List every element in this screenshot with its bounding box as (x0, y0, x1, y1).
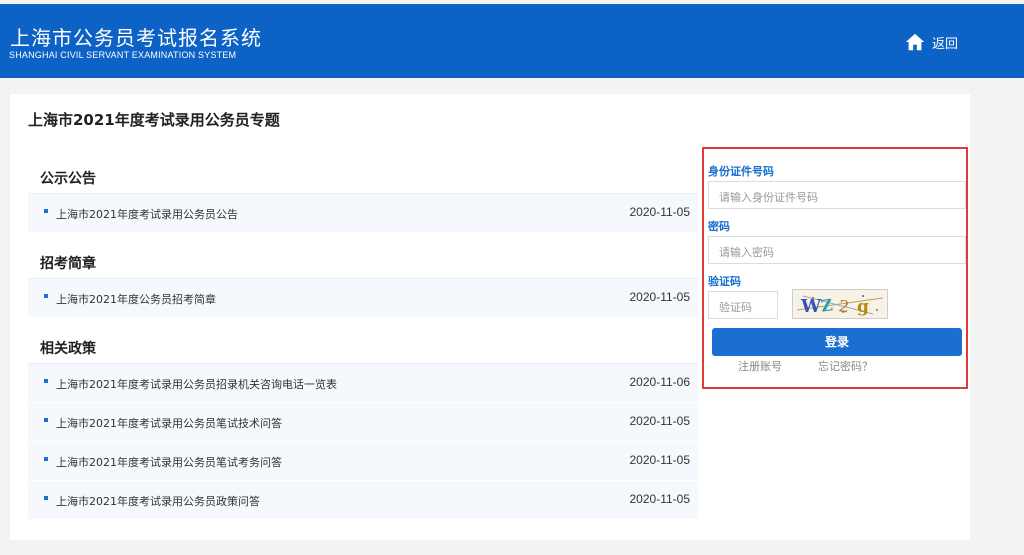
section-label: 公示公告 (40, 168, 96, 196)
bullet-icon (44, 418, 48, 422)
svg-text:g: g (857, 297, 869, 317)
item-date: 2020-11-05 (629, 453, 691, 467)
item-date: 2020-11-05 (629, 414, 691, 428)
id-number-label: 身份证件号码 (708, 165, 774, 178)
topic-banner: 上海市2021年度考试录用公务员专题 (10, 94, 970, 140)
item-date: 2020-11-05 (629, 492, 691, 506)
register-link[interactable]: 注册账号 (738, 358, 782, 374)
id-number-input[interactable]: 请输入身份证件号码 (708, 181, 966, 209)
item-date: 2020-11-06 (629, 375, 691, 389)
section-header-brochure: 招考简章 (28, 241, 698, 281)
bullet-icon (44, 496, 48, 500)
back-label: 返回 (932, 36, 959, 52)
svg-text:Z: Z (820, 295, 835, 315)
password-input[interactable]: 请输入密码 (708, 236, 966, 264)
login-panel: 身份证件号码 请输入身份证件号码 密码 请输入密码 验证码 验证码 W Z 2 … (702, 147, 968, 389)
item-date: 2020-11-05 (629, 290, 691, 304)
section-header-policies: 相关政策 (28, 326, 698, 366)
item-title: 上海市2021年度公务员招考简章 (56, 293, 216, 306)
captcha-image[interactable]: W Z 2 g (792, 289, 888, 319)
item-title: 上海市2021年度考试录用公务员政策问答 (56, 495, 260, 508)
forgot-password-link[interactable]: 忘记密码？ (818, 358, 873, 374)
svg-text:W: W (800, 296, 822, 317)
list-item[interactable]: 上海市2021年度公务员招考简章 2020-11-05 (28, 279, 698, 317)
bullet-icon (44, 379, 48, 383)
bullet-icon (44, 457, 48, 461)
section-label: 相关政策 (40, 338, 96, 366)
bullet-icon (44, 209, 48, 213)
svg-text:2: 2 (837, 296, 850, 316)
list-item[interactable]: 上海市2021年度考试录用公务员招录机关咨询电话一览表 2020-11-06 (28, 364, 698, 402)
system-subtitle: SHANGHAI CIVIL SERVANT EXAMINATION SYSTE… (9, 50, 237, 60)
list-item[interactable]: 上海市2021年度考试录用公务员笔试考务问答 2020-11-05 (28, 442, 698, 480)
system-title: 上海市公务员考试报名系统 (10, 26, 262, 50)
home-icon (905, 33, 925, 51)
list-item[interactable]: 上海市2021年度考试录用公务员笔试技术问答 2020-11-05 (28, 403, 698, 441)
list-item[interactable]: 上海市2021年度考试录用公务员公告 2020-11-05 (28, 194, 698, 232)
item-title: 上海市2021年度考试录用公务员公告 (56, 208, 238, 221)
item-title: 上海市2021年度考试录用公务员笔试技术问答 (56, 417, 282, 430)
captcha-input[interactable]: 验证码 (708, 291, 778, 319)
bullet-icon (44, 294, 48, 298)
item-title: 上海市2021年度考试录用公务员招录机关咨询电话一览表 (56, 378, 337, 391)
section-header-announcements: 公示公告 (28, 156, 698, 196)
page-title: 上海市2021年度考试录用公务员专题 (28, 111, 280, 129)
login-button[interactable]: 登录 (712, 328, 962, 356)
list-item[interactable]: 上海市2021年度考试录用公务员政策问答 2020-11-05 (28, 481, 698, 519)
back-button[interactable]: 返回 (904, 31, 958, 53)
captcha-graphic: W Z 2 g (796, 295, 884, 317)
password-label: 密码 (708, 220, 730, 233)
header-bar: 上海市公务员考试报名系统 SHANGHAI CIVIL SERVANT EXAM… (0, 4, 1024, 78)
item-date: 2020-11-05 (629, 205, 691, 219)
captcha-label: 验证码 (708, 275, 741, 288)
item-title: 上海市2021年度考试录用公务员笔试考务问答 (56, 456, 282, 469)
section-label: 招考简章 (40, 253, 96, 281)
